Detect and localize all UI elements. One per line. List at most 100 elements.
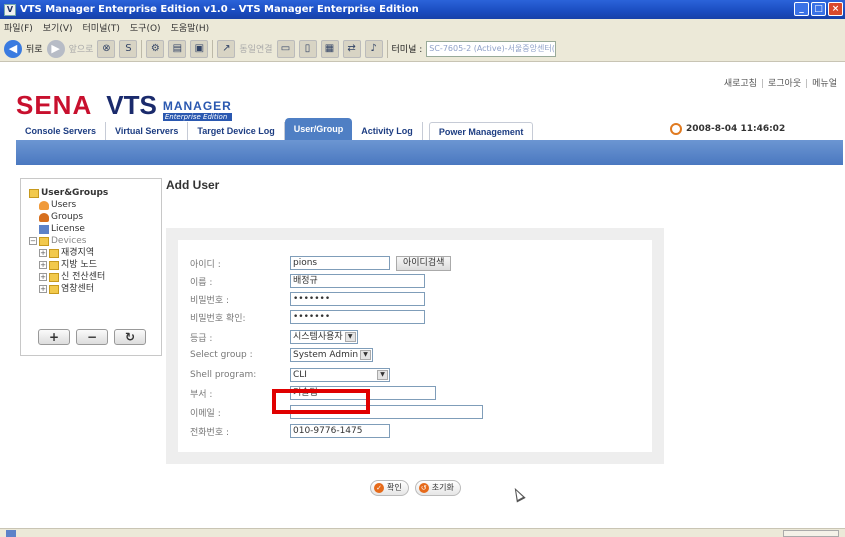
tab-power-management[interactable]: Power Management bbox=[428, 122, 534, 140]
tab-user-group[interactable]: User/Group bbox=[284, 118, 353, 140]
close-button[interactable]: × bbox=[828, 2, 843, 16]
tab-virtual-servers[interactable]: Virtual Servers bbox=[106, 122, 189, 140]
stop-icon[interactable]: ⊗ bbox=[97, 39, 116, 58]
menu-terminal[interactable]: 터미널(T) bbox=[83, 21, 120, 34]
password-label: 비밀번호 : bbox=[190, 295, 230, 306]
window-title-bar: V VTS Manager Enterprise Edition v1.0 - … bbox=[0, 0, 845, 19]
tree-item-device-group[interactable]: + 염창센터 bbox=[29, 283, 108, 295]
remove-button[interactable]: − bbox=[76, 329, 108, 345]
tree-item-device-group[interactable]: + 재경지역 bbox=[29, 247, 108, 259]
minimize-button[interactable]: _ bbox=[794, 2, 809, 16]
phone-input[interactable]: 010-9776-1475 bbox=[290, 424, 390, 438]
refresh-link[interactable]: 새로고침 bbox=[724, 79, 757, 89]
expand-icon[interactable]: + bbox=[39, 285, 47, 293]
group-select-value: System Admin bbox=[293, 350, 359, 360]
expand-icon[interactable]: + bbox=[39, 261, 47, 269]
connect-icon[interactable]: ↗ bbox=[217, 39, 236, 58]
password-confirm-input[interactable]: ••••••• bbox=[290, 310, 425, 324]
transfer-icon[interactable]: ⇄ bbox=[342, 39, 361, 58]
tile-horizontal-icon[interactable]: ▭ bbox=[276, 39, 295, 58]
folder-icon bbox=[49, 248, 59, 258]
folder-open-icon bbox=[29, 188, 39, 198]
collapse-icon[interactable]: − bbox=[29, 237, 37, 245]
reset-button[interactable]: ↺ 초기화 bbox=[414, 480, 461, 496]
menu-bar: 파일(F) 보기(V) 터미널(T) 도구(O) 도움말(H) bbox=[0, 19, 845, 36]
form-buttons: ✓ 확인 ↺ 초기화 bbox=[370, 480, 461, 496]
password-input[interactable]: ••••••• bbox=[290, 292, 425, 306]
confirm-button-label: 확인 bbox=[387, 483, 402, 492]
form-row-level: 등급 : 시스템사용자 ▼ bbox=[190, 330, 358, 344]
dropdown-arrow-icon: ▼ bbox=[377, 370, 388, 380]
back-arrow-icon[interactable]: ◀ bbox=[4, 39, 22, 58]
refresh-icon[interactable]: S bbox=[119, 39, 138, 58]
menu-view[interactable]: 보기(V) bbox=[43, 21, 73, 34]
menu-help[interactable]: 도움말(H) bbox=[171, 21, 210, 34]
tree-item-label: 재경지역 bbox=[61, 248, 95, 258]
tree-root-label: User&Groups bbox=[41, 188, 109, 198]
terminal-select[interactable]: SC-7605-2 (Active)-서울중앙센터( bbox=[426, 40, 557, 57]
network-icon[interactable]: ⚙ bbox=[146, 39, 165, 58]
level-select-value: 시스템사용자 bbox=[293, 332, 343, 342]
folder-open-icon bbox=[39, 236, 49, 246]
tab-content-bar bbox=[16, 140, 843, 165]
logout-link[interactable]: 로그아웃 bbox=[768, 79, 801, 89]
logo-manager-text: MANAGER bbox=[162, 99, 232, 113]
level-select[interactable]: 시스템사용자 ▼ bbox=[290, 330, 358, 344]
tree-item-devices[interactable]: − Devices bbox=[29, 235, 108, 247]
add-button[interactable]: + bbox=[38, 329, 70, 345]
terminal-label: 터미널 : bbox=[391, 45, 423, 55]
form-inner: 아이디 : pions 아이디검색 이름 : 배정규 비밀번호 : ••••••… bbox=[178, 240, 652, 452]
tab-activity-log[interactable]: Activity Log bbox=[352, 122, 423, 140]
tab-target-device-log[interactable]: Target Device Log bbox=[188, 122, 285, 140]
id-search-button[interactable]: 아이디검색 bbox=[396, 255, 452, 271]
license-icon bbox=[39, 224, 49, 234]
forward-arrow-icon[interactable]: ▶ bbox=[46, 39, 65, 58]
form-row-id: 아이디 : pions 아이디검색 bbox=[190, 255, 452, 271]
refresh-button[interactable]: ↻ bbox=[114, 329, 146, 345]
menu-file[interactable]: 파일(F) bbox=[4, 21, 33, 34]
form-row-shell: Shell program: CLI ▼ bbox=[190, 368, 390, 382]
save-icon[interactable]: ▣ bbox=[190, 39, 209, 58]
tree-item-label: 지방 노드 bbox=[61, 260, 97, 270]
tile-vertical-icon[interactable]: ▯ bbox=[298, 39, 317, 58]
window-controls: _ □ × bbox=[794, 2, 843, 16]
menu-tools[interactable]: 도구(O) bbox=[130, 21, 161, 34]
tree-item-users[interactable]: Users bbox=[29, 199, 108, 211]
id-label: 아이디 : bbox=[190, 259, 221, 270]
status-bar bbox=[0, 528, 845, 537]
tree-item-device-group[interactable]: + 지방 노드 bbox=[29, 259, 108, 271]
expand-icon[interactable]: + bbox=[39, 249, 47, 257]
confirm-icon: ✓ bbox=[374, 483, 384, 493]
manual-link[interactable]: 메뉴얼 bbox=[812, 79, 837, 89]
logo-sena: SENA bbox=[16, 90, 93, 120]
tree-item-groups[interactable]: Groups bbox=[29, 211, 108, 223]
clock-icon bbox=[670, 123, 682, 135]
back-button[interactable]: 뒤로 bbox=[26, 42, 43, 55]
reset-button-label: 초기화 bbox=[431, 483, 454, 492]
forward-button[interactable]: 앞으로 bbox=[69, 42, 94, 55]
main-tabs: Console Servers Virtual Servers Target D… bbox=[16, 118, 534, 140]
datetime-display: 2008-8-04 11:46:02 bbox=[670, 123, 785, 135]
id-input[interactable]: pions bbox=[290, 256, 390, 270]
name-input[interactable]: 배정규 bbox=[290, 274, 425, 288]
maximize-button[interactable]: □ bbox=[811, 2, 826, 16]
app-icon: V bbox=[4, 3, 16, 16]
print-icon[interactable]: ▤ bbox=[168, 39, 187, 58]
shell-label: Shell program: bbox=[190, 370, 257, 380]
group-select[interactable]: System Admin ▼ bbox=[290, 348, 374, 362]
tree-item-license[interactable]: License bbox=[29, 223, 108, 235]
folder-icon bbox=[49, 260, 59, 270]
datetime-text: 2008-8-04 11:46:02 bbox=[686, 124, 786, 134]
shell-select[interactable]: CLI ▼ bbox=[290, 368, 390, 382]
sound-icon[interactable]: ♪ bbox=[364, 39, 383, 58]
connect-button[interactable]: 동일연결 bbox=[239, 42, 272, 55]
sidebar-tree-panel: User&Groups Users Groups License − Devic… bbox=[20, 178, 162, 356]
cascade-icon[interactable]: ▦ bbox=[320, 39, 339, 58]
confirm-button[interactable]: ✓ 확인 bbox=[370, 480, 409, 496]
user-icon bbox=[39, 200, 49, 210]
tab-console-servers[interactable]: Console Servers bbox=[16, 122, 107, 140]
expand-icon[interactable]: + bbox=[39, 273, 47, 281]
tree-root[interactable]: User&Groups bbox=[29, 187, 108, 199]
tree-item-device-group[interactable]: + 신 전산센터 bbox=[29, 271, 108, 283]
form-row-password-confirm: 비밀번호 확인: ••••••• bbox=[190, 310, 425, 324]
